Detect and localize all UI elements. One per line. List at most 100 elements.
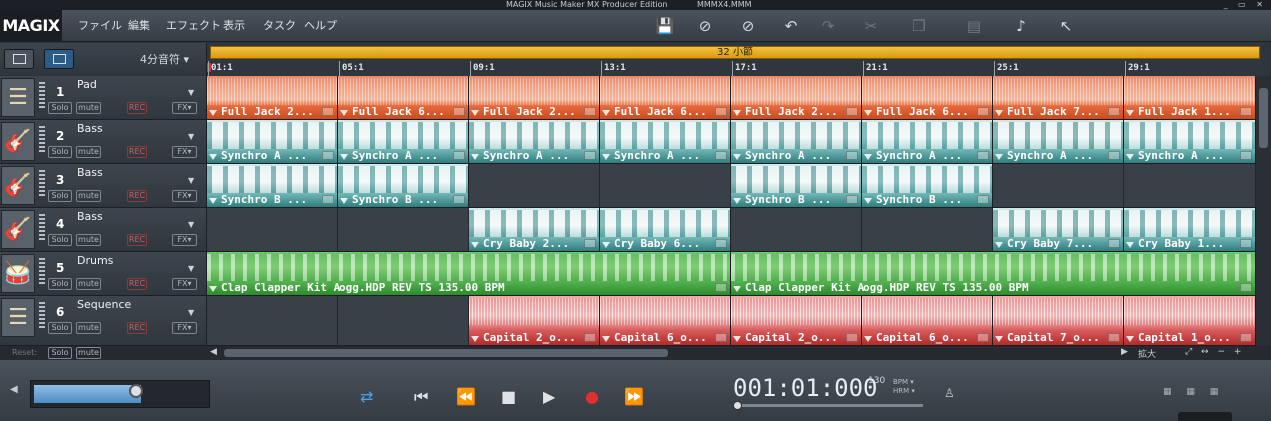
fx-button[interactable]: FX▾: [172, 234, 197, 246]
audio-clip[interactable]: Full Jack 2...: [731, 76, 862, 119]
audio-clip[interactable]: Synchro B ...: [862, 164, 993, 207]
empty-slot[interactable]: [469, 164, 600, 207]
save-icon[interactable]: 💾: [654, 15, 676, 37]
empty-slot[interactable]: [207, 296, 338, 345]
audio-clip[interactable]: Synchro A ...: [469, 120, 600, 163]
paste-icon[interactable]: ▤: [963, 15, 985, 37]
audio-clip[interactable]: Synchro A ...: [600, 120, 731, 163]
mute-button[interactable]: mute: [76, 146, 101, 158]
track-header-6[interactable]: ☰ 6 Sequence ▼ Solo mute REC FX▾: [0, 296, 207, 346]
audio-clip[interactable]: Capital 1_o...: [1124, 296, 1256, 345]
track-header-4[interactable]: 🎸 4 Bass ▼ Solo mute REC FX▾: [0, 208, 207, 252]
track-volume[interactable]: [39, 82, 45, 110]
empty-slot[interactable]: [731, 208, 862, 251]
fx-button[interactable]: FX▾: [172, 278, 197, 290]
reset-solo-button[interactable]: Solo: [48, 347, 72, 359]
audio-clip[interactable]: Full Jack 6...: [338, 76, 469, 119]
audio-clip[interactable]: Synchro B ...: [338, 164, 469, 207]
empty-slot[interactable]: [338, 296, 469, 345]
menu-help[interactable]: ヘルプ: [304, 10, 337, 42]
track-name[interactable]: Bass: [77, 122, 103, 135]
audio-clip[interactable]: Synchro A ...: [1124, 120, 1256, 163]
audio-clip[interactable]: Full Jack 7...: [993, 76, 1124, 119]
fx-button[interactable]: FX▾: [172, 190, 197, 202]
chevron-down-icon[interactable]: ▼: [188, 264, 194, 273]
track-lane-drums[interactable]: Clap Clapper Kit Aogg.HDP REV TS 135.00 …: [207, 252, 1256, 296]
redo-icon[interactable]: ↷: [817, 15, 839, 37]
solo-button[interactable]: Solo: [48, 322, 72, 334]
track-name[interactable]: Bass: [77, 166, 103, 179]
track-header-5[interactable]: 🥁 5 Drums ▼ Solo mute REC FX▾: [0, 252, 207, 296]
rec-button[interactable]: REC: [127, 322, 147, 334]
mute-button[interactable]: mute: [76, 234, 101, 246]
scroll-right-icon[interactable]: ▶: [1121, 347, 1128, 357]
empty-slot[interactable]: [1124, 164, 1256, 207]
track-volume[interactable]: [39, 214, 45, 242]
audio-clip[interactable]: Synchro B ...: [207, 164, 338, 207]
track-name[interactable]: Pad: [77, 78, 97, 91]
view-mode-button-1[interactable]: [4, 49, 34, 69]
copy-icon[interactable]: ❐: [908, 15, 930, 37]
master-volume-knob[interactable]: [129, 384, 143, 398]
solo-button[interactable]: Solo: [48, 146, 72, 158]
play-icon[interactable]: ▶: [543, 387, 555, 406]
chevron-down-icon[interactable]: ▼: [188, 88, 194, 97]
quantize-select[interactable]: 4分音符 ▾: [140, 51, 189, 67]
track-name[interactable]: Bass: [77, 210, 103, 223]
rewind-icon[interactable]: ⏪: [456, 387, 476, 406]
scroll-left-icon[interactable]: ◀: [210, 347, 217, 357]
track-header-3[interactable]: 🎸 3 Bass ▼ Solo mute REC FX▾: [0, 164, 207, 208]
solo-button[interactable]: Solo: [48, 234, 72, 246]
menu-file[interactable]: ファイル: [78, 10, 122, 42]
fx-button[interactable]: FX▾: [172, 146, 197, 158]
mute-button[interactable]: mute: [76, 102, 101, 114]
audio-clip[interactable]: Capital 7_o...: [993, 296, 1124, 345]
reset-mute-button[interactable]: mute: [76, 347, 101, 359]
go-to-start-icon[interactable]: ⏮: [414, 387, 428, 407]
menu-task[interactable]: タスク: [263, 10, 296, 42]
rec-button[interactable]: REC: [127, 146, 147, 158]
audio-clip[interactable]: Synchro A ...: [207, 120, 338, 163]
track-lane-sequence[interactable]: Capital 2_o... Capital 6_o... Capital 2_…: [207, 296, 1256, 346]
loop-icon[interactable]: ⇄: [360, 387, 373, 406]
audio-clip[interactable]: Full Jack 6...: [862, 76, 993, 119]
window-controls[interactable]: _ ▭ ✕: [1224, 0, 1267, 10]
chevron-down-icon[interactable]: ▼: [188, 132, 194, 141]
empty-slot[interactable]: [993, 164, 1124, 207]
audio-clip[interactable]: Cry Baby 1...: [1124, 208, 1256, 251]
audio-clip[interactable]: Full Jack 2...: [469, 76, 600, 119]
audio-clip[interactable]: Clap Clapper Kit Aogg.HDP REV TS 135.00 …: [207, 252, 731, 295]
undo-icon[interactable]: ↶: [780, 15, 802, 37]
track-volume[interactable]: [39, 302, 45, 330]
audio-clip[interactable]: Full Jack 6...: [600, 76, 731, 119]
mute-button[interactable]: mute: [76, 190, 101, 202]
empty-slot[interactable]: [862, 208, 993, 251]
audio-clip[interactable]: Clap Clapper Kit Aogg.HDP REV TS 135.00 …: [731, 252, 1256, 295]
track-volume[interactable]: [39, 258, 45, 286]
audio-clip[interactable]: Capital 2_o...: [469, 296, 600, 345]
chevron-down-icon[interactable]: ▼: [188, 308, 194, 317]
master-volume-slider[interactable]: [30, 380, 210, 408]
audio-clip[interactable]: Cry Baby 6...: [600, 208, 731, 251]
audio-clip[interactable]: Synchro A ...: [993, 120, 1124, 163]
track-name[interactable]: Sequence: [77, 298, 131, 311]
chevron-down-icon[interactable]: ▼: [188, 176, 194, 185]
pointer-icon[interactable]: ↖: [1055, 15, 1077, 37]
track-lane-bass-3[interactable]: Cry Baby 2... Cry Baby 6... Cry Baby 7..…: [207, 208, 1256, 252]
rec-button[interactable]: REC: [127, 190, 147, 202]
view-mode-button-2[interactable]: [44, 49, 74, 69]
note-icon[interactable]: ♪: [1010, 15, 1032, 37]
zoom-label[interactable]: 拡大: [1138, 347, 1156, 360]
fast-forward-icon[interactable]: ⏩: [624, 387, 644, 406]
rec-button[interactable]: REC: [127, 278, 147, 290]
track-lane-bass-2[interactable]: Synchro B ... Synchro B ... Synchro B ..…: [207, 164, 1256, 208]
audio-clip[interactable]: Synchro A ...: [338, 120, 469, 163]
horizontal-scrollbar[interactable]: [224, 349, 668, 357]
mute-button[interactable]: mute: [76, 278, 101, 290]
audio-clip[interactable]: Cry Baby 2...: [469, 208, 600, 251]
track-volume[interactable]: [39, 170, 45, 198]
audio-clip[interactable]: Capital 6_o...: [600, 296, 731, 345]
solo-button[interactable]: Solo: [48, 190, 72, 202]
audio-clip[interactable]: Capital 6_o...: [862, 296, 993, 345]
mute-button[interactable]: mute: [76, 322, 101, 334]
